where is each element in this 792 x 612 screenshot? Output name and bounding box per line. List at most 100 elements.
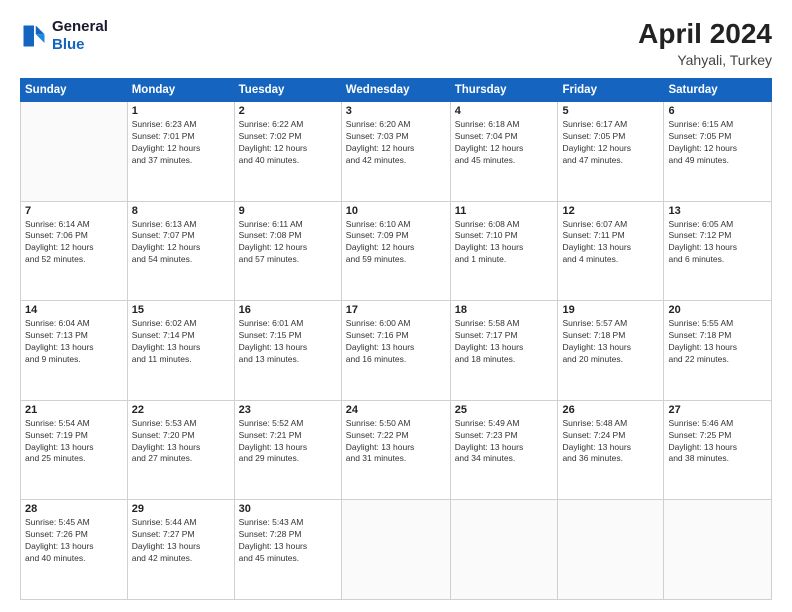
day-info: Sunrise: 6:07 AMSunset: 7:11 PMDaylight:… xyxy=(562,219,659,267)
day-number: 12 xyxy=(562,205,659,217)
day-info: Sunrise: 5:49 AMSunset: 7:23 PMDaylight:… xyxy=(455,418,554,466)
day-info: Sunrise: 6:20 AMSunset: 7:03 PMDaylight:… xyxy=(346,119,446,167)
month-title: April 2024 xyxy=(638,18,772,50)
day-cell: 8 Sunrise: 6:13 AMSunset: 7:07 PMDaylight… xyxy=(127,201,234,301)
day-number: 3 xyxy=(346,105,446,117)
day-cell: 15 Sunrise: 6:02 AMSunset: 7:14 PMDayligh… xyxy=(127,301,234,401)
header: General Blue April 2024 Yahyali, Turkey xyxy=(20,18,772,68)
logo-line1: General xyxy=(52,18,108,36)
week-row-2: 7 Sunrise: 6:14 AMSunset: 7:06 PMDaylight… xyxy=(21,201,772,301)
day-info: Sunrise: 5:43 AMSunset: 7:28 PMDaylight:… xyxy=(239,517,337,565)
day-number: 2 xyxy=(239,105,337,117)
day-info: Sunrise: 6:00 AMSunset: 7:16 PMDaylight:… xyxy=(346,318,446,366)
day-cell: 19Sunrise: 5:57 AMSunset: 7:18 PMDayligh… xyxy=(558,301,664,401)
day-cell: 16Sunrise: 6:01 AMSunset: 7:15 PMDayligh… xyxy=(234,301,341,401)
header-sunday: Sunday xyxy=(21,79,128,102)
day-number: 29 xyxy=(132,503,230,515)
day-cell: 13 Sunrise: 6:05 AMSunset: 7:12 PMDayligh… xyxy=(664,201,772,301)
header-thursday: Thursday xyxy=(450,79,558,102)
logo: General Blue xyxy=(20,18,108,54)
day-cell: 9 Sunrise: 6:11 AMSunset: 7:08 PMDaylight… xyxy=(234,201,341,301)
day-number: 5 xyxy=(562,105,659,117)
day-number: 4 xyxy=(455,105,554,117)
day-info: Sunrise: 5:45 AMSunset: 7:26 PMDaylight:… xyxy=(25,517,123,565)
day-cell: 23 Sunrise: 5:52 AMSunset: 7:21 PMDayligh… xyxy=(234,400,341,500)
day-cell: 30 Sunrise: 5:43 AMSunset: 7:28 PMDayligh… xyxy=(234,500,341,600)
week-row-5: 28 Sunrise: 5:45 AMSunset: 7:26 PMDayligh… xyxy=(21,500,772,600)
day-cell: 24Sunrise: 5:50 AMSunset: 7:22 PMDayligh… xyxy=(341,400,450,500)
day-info: Sunrise: 6:04 AMSunset: 7:13 PMDaylight:… xyxy=(25,318,123,366)
day-info: Sunrise: 6:10 AMSunset: 7:09 PMDaylight:… xyxy=(346,219,446,267)
day-number: 18 xyxy=(455,304,554,316)
day-info: Sunrise: 6:14 AMSunset: 7:06 PMDaylight:… xyxy=(25,219,123,267)
day-number: 28 xyxy=(25,503,123,515)
day-info: Sunrise: 6:01 AMSunset: 7:15 PMDaylight:… xyxy=(239,318,337,366)
week-row-4: 21 Sunrise: 5:54 AMSunset: 7:19 PMDayligh… xyxy=(21,400,772,500)
day-cell: 11 Sunrise: 6:08 AMSunset: 7:10 PMDayligh… xyxy=(450,201,558,301)
day-number: 27 xyxy=(668,404,767,416)
day-info: Sunrise: 6:11 AMSunset: 7:08 PMDaylight:… xyxy=(239,219,337,267)
day-info: Sunrise: 5:54 AMSunset: 7:19 PMDaylight:… xyxy=(25,418,123,466)
day-number: 22 xyxy=(132,404,230,416)
day-cell xyxy=(21,102,128,202)
day-cell: 17 Sunrise: 6:00 AMSunset: 7:16 PMDayligh… xyxy=(341,301,450,401)
day-info: Sunrise: 6:23 AMSunset: 7:01 PMDaylight:… xyxy=(132,119,230,167)
day-cell: 12 Sunrise: 6:07 AMSunset: 7:11 PMDayligh… xyxy=(558,201,664,301)
day-cell xyxy=(664,500,772,600)
day-info: Sunrise: 5:50 AMSunset: 7:22 PMDaylight:… xyxy=(346,418,446,466)
day-cell: 29 Sunrise: 5:44 AMSunset: 7:27 PMDayligh… xyxy=(127,500,234,600)
day-number: 6 xyxy=(668,105,767,117)
day-info: Sunrise: 6:18 AMSunset: 7:04 PMDaylight:… xyxy=(455,119,554,167)
day-number: 14 xyxy=(25,304,123,316)
day-number: 1 xyxy=(132,105,230,117)
day-number: 17 xyxy=(346,304,446,316)
location-title: Yahyali, Turkey xyxy=(638,52,772,68)
day-cell: 20 Sunrise: 5:55 AMSunset: 7:18 PMDayligh… xyxy=(664,301,772,401)
day-info: Sunrise: 5:53 AMSunset: 7:20 PMDaylight:… xyxy=(132,418,230,466)
day-cell: 7 Sunrise: 6:14 AMSunset: 7:06 PMDaylight… xyxy=(21,201,128,301)
day-cell: 2 Sunrise: 6:22 AMSunset: 7:02 PMDaylight… xyxy=(234,102,341,202)
day-info: Sunrise: 6:02 AMSunset: 7:14 PMDaylight:… xyxy=(132,318,230,366)
day-number: 15 xyxy=(132,304,230,316)
day-number: 8 xyxy=(132,205,230,217)
day-number: 19 xyxy=(562,304,659,316)
day-number: 7 xyxy=(25,205,123,217)
header-saturday: Saturday xyxy=(664,79,772,102)
day-number: 25 xyxy=(455,404,554,416)
day-info: Sunrise: 5:48 AMSunset: 7:24 PMDaylight:… xyxy=(562,418,659,466)
header-monday: Monday xyxy=(127,79,234,102)
logo-text: General Blue xyxy=(52,18,108,54)
day-cell: 3 Sunrise: 6:20 AMSunset: 7:03 PMDaylight… xyxy=(341,102,450,202)
day-cell: 28 Sunrise: 5:45 AMSunset: 7:26 PMDayligh… xyxy=(21,500,128,600)
day-cell: 22 Sunrise: 5:53 AMSunset: 7:20 PMDayligh… xyxy=(127,400,234,500)
day-number: 30 xyxy=(239,503,337,515)
day-info: Sunrise: 5:55 AMSunset: 7:18 PMDaylight:… xyxy=(668,318,767,366)
day-number: 26 xyxy=(562,404,659,416)
day-number: 11 xyxy=(455,205,554,217)
day-number: 21 xyxy=(25,404,123,416)
day-info: Sunrise: 6:05 AMSunset: 7:12 PMDaylight:… xyxy=(668,219,767,267)
week-row-1: 1 Sunrise: 6:23 AMSunset: 7:01 PMDaylight… xyxy=(21,102,772,202)
day-info: Sunrise: 6:17 AMSunset: 7:05 PMDaylight:… xyxy=(562,119,659,167)
day-cell: 25 Sunrise: 5:49 AMSunset: 7:23 PMDayligh… xyxy=(450,400,558,500)
day-number: 9 xyxy=(239,205,337,217)
logo-line2: Blue xyxy=(52,36,108,54)
day-info: Sunrise: 6:08 AMSunset: 7:10 PMDaylight:… xyxy=(455,219,554,267)
day-cell: 10 Sunrise: 6:10 AMSunset: 7:09 PMDayligh… xyxy=(341,201,450,301)
day-info: Sunrise: 6:13 AMSunset: 7:07 PMDaylight:… xyxy=(132,219,230,267)
day-cell: 21 Sunrise: 5:54 AMSunset: 7:19 PMDayligh… xyxy=(21,400,128,500)
header-friday: Friday xyxy=(558,79,664,102)
day-info: Sunrise: 5:58 AMSunset: 7:17 PMDaylight:… xyxy=(455,318,554,366)
day-info: Sunrise: 6:22 AMSunset: 7:02 PMDaylight:… xyxy=(239,119,337,167)
day-number: 20 xyxy=(668,304,767,316)
day-number: 13 xyxy=(668,205,767,217)
day-number: 23 xyxy=(239,404,337,416)
day-number: 10 xyxy=(346,205,446,217)
day-cell: 5 Sunrise: 6:17 AMSunset: 7:05 PMDaylight… xyxy=(558,102,664,202)
day-info: Sunrise: 5:46 AMSunset: 7:25 PMDaylight:… xyxy=(668,418,767,466)
day-info: Sunrise: 5:52 AMSunset: 7:21 PMDaylight:… xyxy=(239,418,337,466)
week-row-3: 14 Sunrise: 6:04 AMSunset: 7:13 PMDayligh… xyxy=(21,301,772,401)
logo-icon xyxy=(20,22,48,50)
calendar-table: Sunday Monday Tuesday Wednesday Thursday… xyxy=(20,78,772,600)
day-info: Sunrise: 5:44 AMSunset: 7:27 PMDaylight:… xyxy=(132,517,230,565)
